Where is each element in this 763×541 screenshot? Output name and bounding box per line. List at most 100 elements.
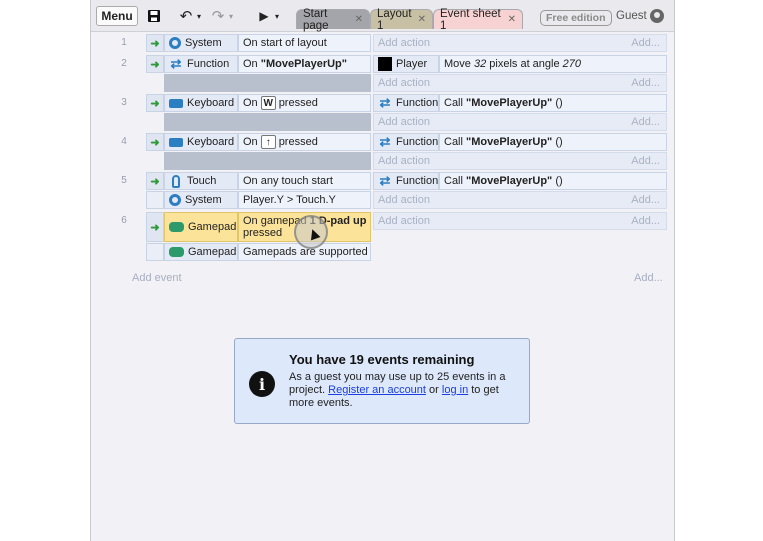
function-icon: ⇄ xyxy=(379,173,391,188)
close-icon[interactable]: ✕ xyxy=(508,14,516,25)
text-param: 32 xyxy=(473,58,487,70)
event-number: 3 xyxy=(121,97,127,108)
add-short-label: Add... xyxy=(631,155,660,167)
condition-text[interactable]: On start of layout xyxy=(238,34,371,52)
condition-object[interactable]: Gamepad xyxy=(164,243,238,261)
user-name: Guest xyxy=(616,10,647,22)
function-icon: ⇄ xyxy=(379,134,391,149)
add-action-button[interactable]: Add action Add... xyxy=(373,113,667,131)
tab-event-sheet-1[interactable]: Event sheet 1 ✕ xyxy=(433,7,523,32)
tab-label: Start page xyxy=(303,7,329,32)
undo-dropdown-icon[interactable]: ▾ xyxy=(195,6,203,26)
action-text[interactable]: Call "MovePlayerUp" () xyxy=(439,133,667,151)
gamepad-icon xyxy=(169,247,184,257)
redo-dropdown-icon[interactable]: ▾ xyxy=(227,6,235,26)
events-remaining-notice: i You have 19 events remaining As a gues… xyxy=(234,338,530,424)
user-account-icon[interactable] xyxy=(650,9,664,23)
add-action-button[interactable]: Add action Add... xyxy=(373,212,667,230)
text-part: Call xyxy=(444,175,463,187)
add-event-short-button[interactable]: Add... xyxy=(634,272,663,284)
action-text[interactable]: Call "MovePlayerUp" () xyxy=(439,172,667,190)
sub-event-bar xyxy=(164,152,371,170)
action-object[interactable]: Player xyxy=(373,55,439,73)
text-part: pressed xyxy=(243,227,283,239)
condition-object[interactable]: System xyxy=(164,34,238,52)
action-text[interactable]: Call "MovePlayerUp" () xyxy=(439,94,667,112)
event-arrow-icon: ➜ xyxy=(146,133,164,151)
function-name: "MovePlayerUp" xyxy=(466,97,553,109)
event-arrow-icon: ➜ xyxy=(146,34,164,52)
condition-object[interactable]: Gamepad xyxy=(164,212,238,242)
text-part: pixels at angle xyxy=(486,58,563,70)
close-icon[interactable]: ✕ xyxy=(355,14,363,25)
condition-text[interactable]: On Wpressed xyxy=(238,94,371,112)
object-name: Gamepad xyxy=(188,221,237,233)
action-object[interactable]: ⇄ Function xyxy=(373,172,439,190)
play-icon[interactable]: ▶ xyxy=(257,6,271,26)
login-link[interactable]: log in xyxy=(442,384,468,396)
keyboard-icon xyxy=(169,137,183,147)
key-badge: W xyxy=(260,96,276,110)
gutter xyxy=(146,243,164,261)
object-name: System xyxy=(185,194,222,206)
object-name: Keyboard xyxy=(187,136,235,148)
save-icon[interactable] xyxy=(146,6,162,26)
tab-layout-1[interactable]: Layout 1 ✕ xyxy=(370,8,433,32)
condition-text[interactable]: On "MovePlayerUp" xyxy=(238,55,371,73)
text-part: () xyxy=(552,175,563,187)
add-action-label: Add action xyxy=(378,215,430,227)
add-action-label: Add action xyxy=(378,37,430,49)
add-action-button[interactable]: Add action Add... xyxy=(373,74,667,92)
condition-object[interactable]: Touch xyxy=(164,172,238,190)
play-dropdown-icon[interactable]: ▾ xyxy=(273,6,281,26)
add-action-button[interactable]: Add action Add... xyxy=(373,152,667,170)
condition-object[interactable]: System xyxy=(164,191,238,209)
action-text[interactable]: Move 32 pixels at angle 270 xyxy=(439,55,667,73)
condition-text[interactable]: Player.Y > Touch.Y xyxy=(238,191,371,209)
function-icon: ⇄ xyxy=(170,56,182,71)
event-number: 5 xyxy=(121,175,127,186)
event-arrow-icon: ➜ xyxy=(146,212,164,242)
object-name: Function xyxy=(396,136,439,148)
text-part: On xyxy=(243,97,258,109)
text-param: 270 xyxy=(562,58,582,70)
action-object[interactable]: ⇄ Function xyxy=(373,133,439,151)
add-action-button[interactable]: Add action Add... xyxy=(373,191,667,209)
add-short-label: Add... xyxy=(631,215,660,227)
gear-icon xyxy=(169,194,181,206)
gamepad-icon xyxy=(169,222,184,232)
event-number: 6 xyxy=(121,215,127,226)
close-icon[interactable]: ✕ xyxy=(418,14,426,25)
event-arrow-icon: ➜ xyxy=(146,172,164,190)
condition-text[interactable]: On ↑ pressed xyxy=(238,133,371,151)
menu-button[interactable]: Menu xyxy=(96,6,138,26)
gutter xyxy=(146,191,164,209)
object-name: Keyboard xyxy=(187,97,235,109)
text-part: On xyxy=(243,136,258,148)
free-edition-badge[interactable]: Free edition xyxy=(540,10,612,26)
add-short-label: Add... xyxy=(631,116,660,128)
undo-icon[interactable]: ↶ xyxy=(177,6,195,26)
condition-text[interactable]: On any touch start xyxy=(238,172,371,190)
text-part: Call xyxy=(444,136,463,148)
event-number: 4 xyxy=(121,136,127,147)
add-action-button[interactable]: Add action Add... xyxy=(373,34,667,52)
condition-object[interactable]: Keyboard xyxy=(164,94,238,112)
keyboard-icon xyxy=(169,98,183,108)
add-short-label: Add... xyxy=(631,77,660,89)
player-sprite-icon xyxy=(378,57,392,71)
tab-label: Event sheet 1 xyxy=(440,7,501,32)
add-event-button[interactable]: Add event xyxy=(132,272,182,284)
info-icon: i xyxy=(249,371,275,397)
register-link[interactable]: Register an account xyxy=(328,384,426,396)
condition-object[interactable]: Keyboard xyxy=(164,133,238,151)
action-object[interactable]: ⇄ Function xyxy=(373,94,439,112)
text-part: pressed xyxy=(278,136,318,148)
arrow-up-key-icon: ↑ xyxy=(260,135,276,149)
tab-start-page[interactable]: Start page ✕ xyxy=(296,7,370,32)
function-icon: ⇄ xyxy=(379,95,391,110)
event-number: 1 xyxy=(121,37,127,48)
redo-icon[interactable]: ↷ xyxy=(209,6,227,26)
object-name: Function xyxy=(396,175,439,187)
condition-object[interactable]: ⇄ Function xyxy=(164,55,238,73)
